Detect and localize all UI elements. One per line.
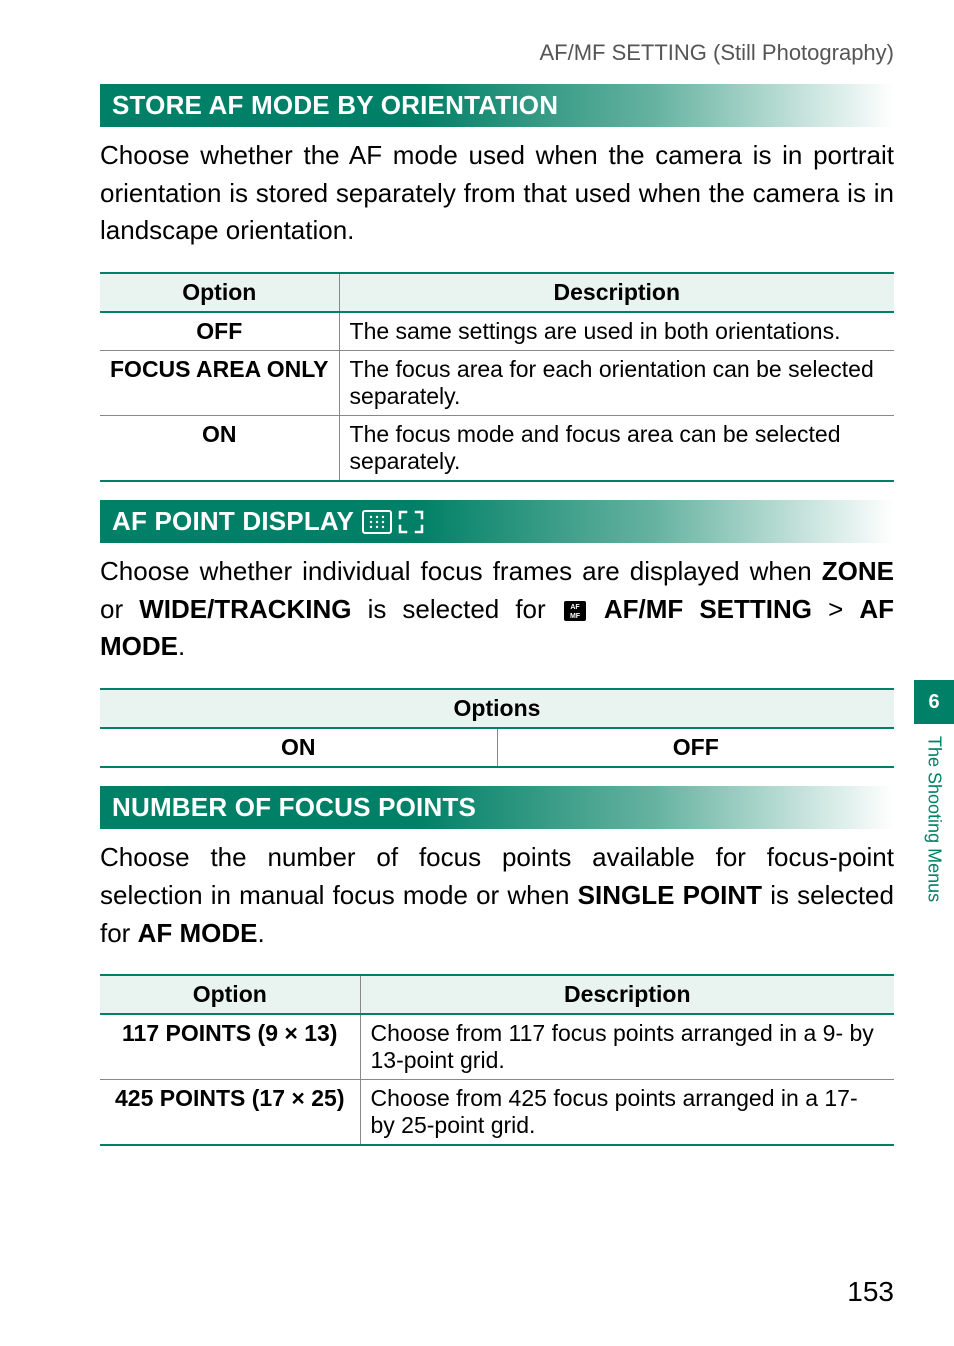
section-title: STORE AF MODE BY ORIENTATION bbox=[112, 90, 558, 121]
text: . bbox=[257, 918, 264, 948]
af-point-icons bbox=[362, 510, 426, 534]
table-num-focus: Option Description 117 POINTS (9 × 13) C… bbox=[100, 974, 894, 1146]
section-title: AF POINT DISPLAY bbox=[112, 506, 354, 537]
cell-desc: Choose from 117 focus points arranged in… bbox=[360, 1014, 894, 1080]
cell-option: ON bbox=[100, 416, 339, 482]
section-header-af-point: AF POINT DISPLAY bbox=[100, 500, 894, 543]
chapter-number: 6 bbox=[914, 680, 954, 724]
svg-text:MF: MF bbox=[570, 613, 581, 620]
cell-desc: The focus mode and focus area can be sel… bbox=[339, 416, 894, 482]
breadcrumb: AF/MF SETTING (Still Photography) bbox=[100, 40, 894, 66]
section-header-num-focus: NUMBER OF FOCUS POINTS bbox=[100, 786, 894, 829]
manual-page: AF/MF SETTING (Still Photography) STORE … bbox=[0, 0, 954, 1346]
col-header-description: Description bbox=[360, 975, 894, 1014]
table-row: OFF The same settings are used in both o… bbox=[100, 312, 894, 351]
section-body-af-point: Choose whether individual focus frames a… bbox=[100, 553, 894, 666]
table-store-af: Option Description OFF The same settings… bbox=[100, 272, 894, 482]
text: Choose whether individual focus frames a… bbox=[100, 556, 822, 586]
col-header-option: Option bbox=[100, 975, 360, 1014]
bold-wide: WIDE/TRACKING bbox=[139, 594, 351, 624]
cell-option: 425 POINTS (17 × 25) bbox=[100, 1080, 360, 1146]
table-row: 117 POINTS (9 × 13) Choose from 117 focu… bbox=[100, 1014, 894, 1080]
cell-option: OFF bbox=[100, 312, 339, 351]
chapter-label: The Shooting Menus bbox=[924, 724, 945, 902]
table-row: FOCUS AREA ONLY The focus area for each … bbox=[100, 351, 894, 416]
section-header-store-af: STORE AF MODE BY ORIENTATION bbox=[100, 84, 894, 127]
cell-off: OFF bbox=[497, 728, 894, 767]
cell-desc: Choose from 425 focus points arranged in… bbox=[360, 1080, 894, 1146]
table-af-point-options: Options ON OFF bbox=[100, 688, 894, 768]
table-row: ON The focus mode and focus area can be … bbox=[100, 416, 894, 482]
section-body-store-af: Choose whether the AF mode used when the… bbox=[100, 137, 894, 250]
af-mf-menu-icon: AF MF bbox=[564, 601, 586, 621]
svg-text:AF: AF bbox=[570, 604, 580, 611]
table-row: ON OFF bbox=[100, 728, 894, 767]
section-body-num-focus: Choose the number of focus points availa… bbox=[100, 839, 894, 952]
bold-mode: AF MODE bbox=[138, 918, 258, 948]
section-title: NUMBER OF FOCUS POINTS bbox=[112, 792, 476, 823]
bold-zone: ZONE bbox=[822, 556, 894, 586]
text: > bbox=[812, 594, 859, 624]
bold-setting: AF/MF SETTING bbox=[604, 594, 812, 624]
text: is selected for bbox=[352, 594, 562, 624]
text: or bbox=[100, 594, 139, 624]
bold-single: SINGLE POINT bbox=[578, 880, 762, 910]
col-header-description: Description bbox=[339, 273, 894, 312]
table-row: 425 POINTS (17 × 25) Choose from 425 foc… bbox=[100, 1080, 894, 1146]
side-tab: 6 The Shooting Menus bbox=[914, 680, 954, 902]
options-header: Options bbox=[100, 689, 894, 728]
col-header-option: Option bbox=[100, 273, 339, 312]
wide-tracking-icon bbox=[396, 510, 426, 534]
text: . bbox=[178, 631, 185, 661]
cell-desc: The focus area for each orientation can … bbox=[339, 351, 894, 416]
cell-on: ON bbox=[100, 728, 497, 767]
page-number: 153 bbox=[847, 1276, 894, 1308]
cell-desc: The same settings are used in both orien… bbox=[339, 312, 894, 351]
cell-option: FOCUS AREA ONLY bbox=[100, 351, 339, 416]
cell-option: 117 POINTS (9 × 13) bbox=[100, 1014, 360, 1080]
zone-icon bbox=[362, 510, 392, 534]
